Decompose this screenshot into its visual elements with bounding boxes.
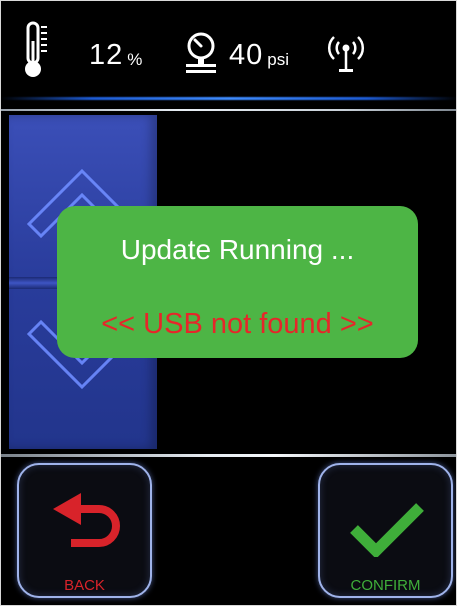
thermometer-icon xyxy=(23,21,49,81)
header-glow-divider xyxy=(1,97,456,100)
dialog-title: Update Running ... xyxy=(120,234,355,265)
pressure-unit: psi xyxy=(267,50,289,69)
checkmark-icon xyxy=(350,501,424,562)
temperature-value: 12 xyxy=(89,39,124,71)
status-bar: 12 % 40 psi xyxy=(1,1,456,101)
device-screen: 12 % 40 psi Update Running ... << USB no… xyxy=(0,0,457,606)
pressure-gauge-icon xyxy=(183,31,219,75)
pressure-reading: 40 psi xyxy=(229,39,289,72)
confirm-button-label: CONFIRM xyxy=(350,577,421,594)
confirm-button[interactable]: CONFIRM xyxy=(318,463,453,598)
wireless-signal-icon xyxy=(327,35,365,75)
pressure-value: 40 xyxy=(229,39,264,71)
back-button[interactable]: BACK xyxy=(17,463,152,598)
footer-divider xyxy=(1,454,456,457)
back-button-label: BACK xyxy=(64,577,105,594)
header-divider xyxy=(1,109,456,111)
temperature-reading: 12 % xyxy=(89,39,142,72)
update-dialog: Update Running ... << USB not found >> xyxy=(57,206,418,358)
undo-arrow-icon xyxy=(49,493,125,562)
dialog-error-message: << USB not found >> xyxy=(101,308,374,340)
temperature-unit: % xyxy=(127,50,143,69)
